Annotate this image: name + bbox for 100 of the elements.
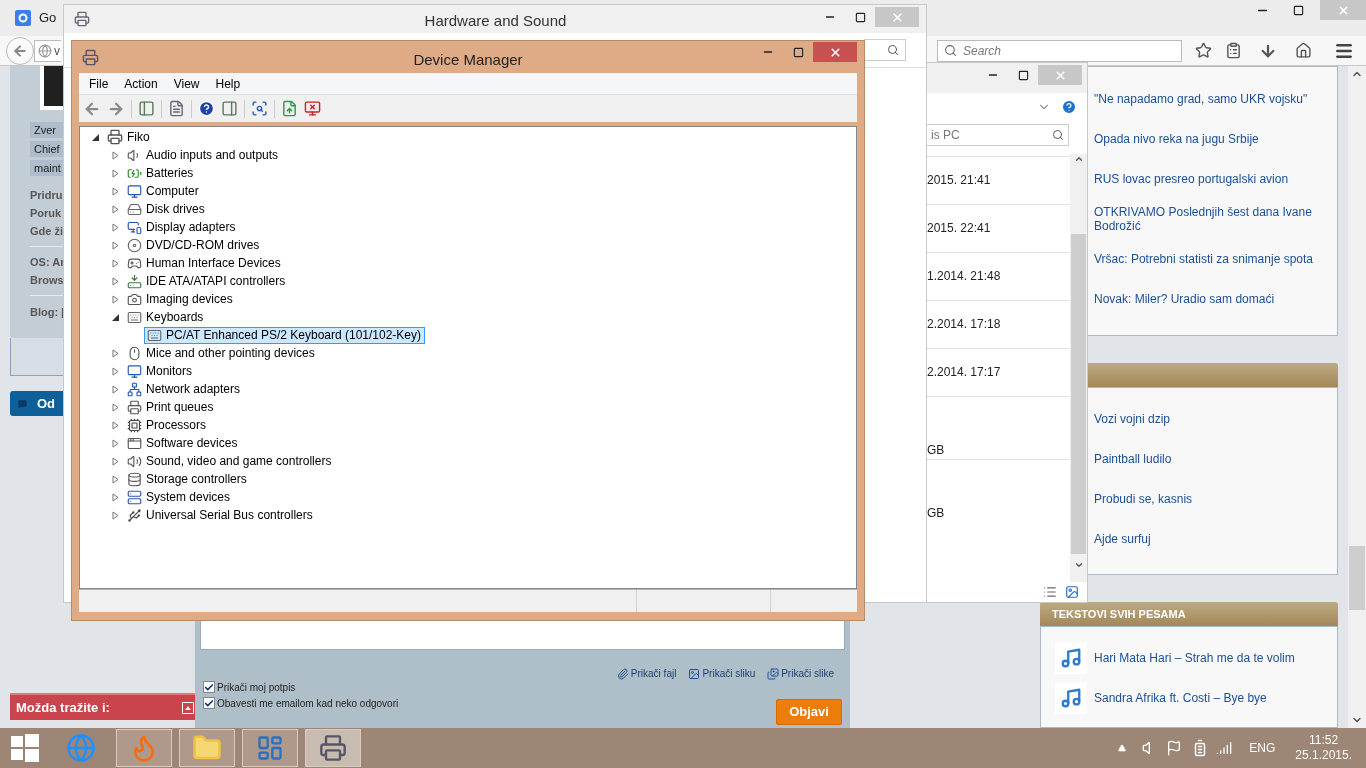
tree-item[interactable]: System devices (124, 488, 235, 506)
printer-icon (127, 399, 142, 415)
taskbar-app[interactable] (242, 729, 298, 767)
monitor-icon (127, 363, 142, 379)
tree-item[interactable]: Print queues (124, 398, 218, 416)
expand-arrow-icon[interactable] (111, 438, 120, 448)
checkbox[interactable] (203, 697, 215, 709)
expand-arrow-icon[interactable] (111, 222, 120, 232)
monitor-x-icon[interactable] (304, 100, 321, 117)
scan-icon[interactable] (251, 100, 268, 117)
reply-button[interactable]: Od (10, 391, 63, 416)
game-link[interactable]: Paintball ludilo (1094, 452, 1172, 466)
panel-right-icon[interactable] (221, 100, 238, 117)
scroll-down-icon[interactable] (1073, 560, 1084, 570)
checkbox[interactable] (203, 681, 215, 693)
scroll-thumb[interactable] (1349, 546, 1365, 610)
tree-item[interactable]: Display adapters (124, 218, 240, 236)
tree-item[interactable]: Network adapters (124, 380, 245, 398)
tree-item[interactable]: Sound, video and game controllers (124, 452, 336, 470)
expand-arrow-icon[interactable] (111, 204, 120, 214)
help-icon[interactable] (1061, 98, 1077, 115)
news-link[interactable]: RUS lovac presreo portugalski avion (1094, 172, 1330, 186)
help-icon[interactable] (198, 100, 215, 117)
news-link[interactable]: Opada nivo reka na jugu Srbije (1094, 132, 1330, 146)
expand-arrow-icon[interactable] (111, 240, 120, 250)
expand-arrow-icon[interactable] (111, 168, 120, 178)
tree-item[interactable]: IDE ATA/ATAPI controllers (124, 272, 290, 290)
back-button[interactable] (6, 36, 34, 65)
scroll-up-icon[interactable] (1073, 154, 1084, 164)
tree-item[interactable]: Batteries (124, 164, 198, 182)
message-field[interactable] (200, 621, 845, 650)
tree-item[interactable]: Keyboards (124, 308, 208, 326)
news-link[interactable]: OTKRIVAMO Poslednjih šest dana Ivane Bodrožić (1094, 205, 1330, 233)
caret-up-icon[interactable] (182, 701, 194, 714)
news-link[interactable]: Novak: Miler? Uradio sam domaći (1094, 292, 1330, 306)
expand-arrow-icon[interactable] (111, 510, 120, 520)
expand-arrow-icon[interactable] (111, 384, 120, 394)
tree-item[interactable]: Disk drives (124, 200, 209, 218)
tree-item[interactable]: DVD/CD-ROM drives (124, 236, 264, 254)
database-icon (127, 471, 142, 487)
music-note-icon (1060, 687, 1082, 709)
game-link[interactable]: Probudi se, kasnis (1094, 492, 1193, 506)
tree-item[interactable]: Imaging devices (124, 290, 237, 308)
menu-item[interactable]: File (89, 74, 109, 93)
expand-arrow-icon[interactable] (111, 348, 120, 358)
expand-arrow-icon[interactable] (111, 456, 120, 466)
tree-item[interactable]: Monitors (124, 362, 196, 380)
tree-item[interactable]: Human Interface Devices (124, 254, 285, 272)
game-link[interactable]: Vozi vojni dzip (1094, 412, 1171, 426)
expand-arrow-icon[interactable] (111, 492, 120, 502)
expand-arrow-icon[interactable] (111, 186, 120, 196)
caret-up-icon[interactable] (1118, 744, 1127, 752)
tree-item[interactable]: Software devices (124, 434, 242, 452)
collapse-arrow-icon[interactable] (91, 132, 100, 142)
list-view-icon[interactable] (1043, 585, 1057, 599)
tree-item[interactable]: Mice and other pointing devices (124, 344, 319, 362)
expand-arrow-icon[interactable] (111, 474, 120, 484)
keyboard-icon (127, 309, 142, 325)
tree-item[interactable]: Storage controllers (124, 470, 251, 488)
document-icon[interactable] (168, 100, 185, 117)
attach-link[interactable]: Prikači slike (781, 666, 834, 681)
expand-arrow-icon[interactable] (111, 366, 120, 376)
expand-arrow-icon[interactable] (111, 276, 120, 286)
scrollbar[interactable] (1348, 66, 1366, 728)
tab-title[interactable]: Go (39, 8, 57, 28)
windows-logo-icon[interactable] (11, 734, 39, 762)
tree-item[interactable]: Fiko (104, 128, 154, 146)
taskbar-app[interactable] (305, 729, 361, 767)
flag-icon[interactable] (1166, 740, 1183, 756)
tree-item[interactable]: Audio inputs and outputs (124, 146, 283, 164)
address-field[interactable]: v (34, 39, 61, 62)
attach-link[interactable]: Prikači fajl (630, 666, 677, 681)
scroll-thumb[interactable] (1071, 234, 1086, 554)
expand-arrow-icon[interactable] (111, 294, 120, 304)
news-link[interactable]: "Ne napadamo grad, samo UKR vojsku" (1094, 92, 1330, 106)
attach-link[interactable]: Prikači sliku (702, 666, 756, 681)
scrollbar[interactable] (1070, 154, 1087, 582)
menu-item[interactable]: Action (124, 74, 158, 93)
expand-arrow-icon[interactable] (111, 402, 120, 412)
collapse-arrow-icon[interactable] (111, 312, 120, 322)
menu-item[interactable]: View (173, 74, 200, 93)
signal-icon[interactable] (1216, 740, 1233, 756)
image-icon[interactable] (1065, 585, 1079, 599)
song-link[interactable]: Hari Mata Hari – Strah me da te volim (1094, 651, 1295, 665)
tree-item[interactable]: Universal Serial Bus controllers (124, 506, 317, 524)
expand-arrow-icon[interactable] (111, 258, 120, 268)
expand-arrow-icon[interactable] (111, 420, 120, 430)
tree-item[interactable]: PC/AT Enhanced PS/2 Keyboard (101/102-Key) (144, 326, 426, 344)
game-link[interactable]: Ajde surfuj (1094, 532, 1151, 546)
date-text: 1.2014. 21:48 (927, 269, 1001, 283)
search-field[interactable]: is PC (926, 124, 1069, 146)
tree-item[interactable]: Processors (124, 416, 211, 434)
expand-arrow-icon[interactable] (111, 150, 120, 160)
upload-icon[interactable] (281, 100, 298, 117)
search-field[interactable]: Search (937, 39, 1182, 62)
menu-item[interactable]: Help (215, 74, 241, 93)
news-link[interactable]: Vršac: Potrebni statisti za snimanje spota (1094, 252, 1330, 266)
panel-left-icon[interactable] (138, 100, 155, 117)
song-link[interactable]: Sandra Afrika ft. Costi – Bye bye (1094, 691, 1267, 705)
tree-item[interactable]: Computer (124, 182, 203, 200)
